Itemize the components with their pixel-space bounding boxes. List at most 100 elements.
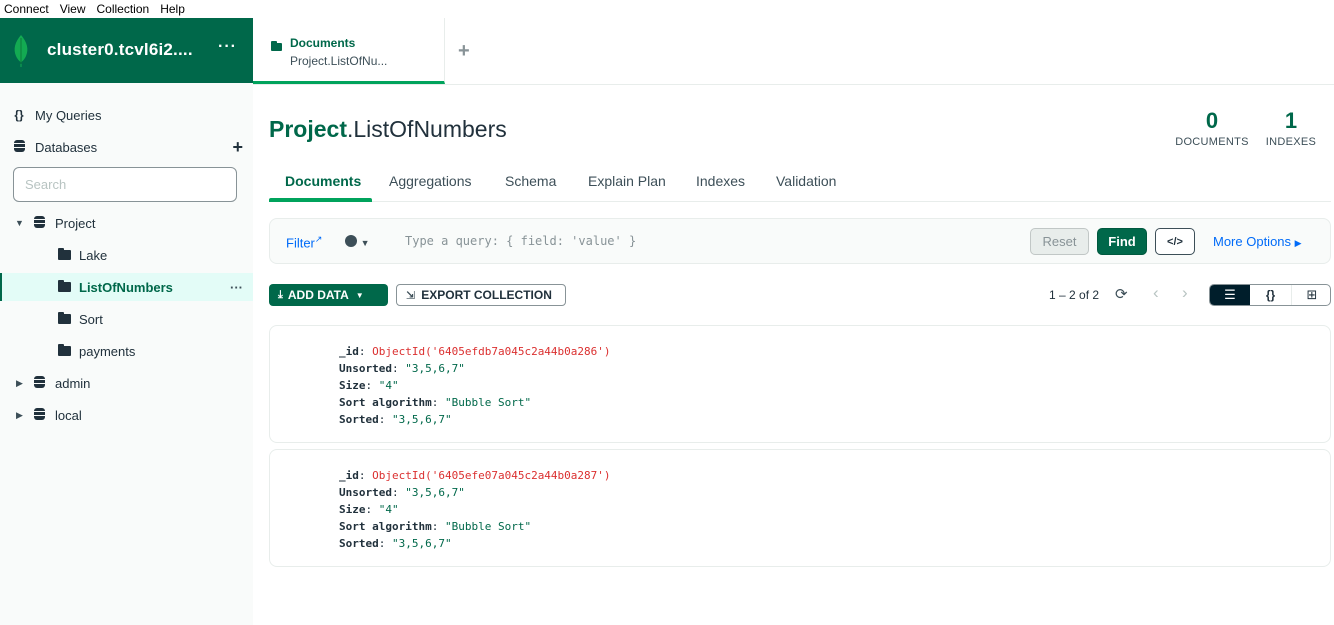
sidebar-search-input[interactable]: Search: [13, 167, 237, 202]
tree-collection-label: Sort: [79, 311, 103, 327]
documents-stat: 0 DOCUMENTS: [1174, 108, 1250, 148]
collection-name: ListOfNumbers: [353, 116, 507, 142]
indexes-stat: 1 INDEXES: [1264, 108, 1318, 148]
list-view-icon[interactable]: ☰: [1210, 285, 1250, 305]
selection-indicator: [0, 273, 2, 301]
tree-collection-listofnumbers[interactable]: ListOfNumbers ···: [0, 273, 253, 301]
tab-documents[interactable]: Documents Project.ListOfNu...: [253, 18, 445, 84]
tree-collection-label: Lake: [79, 247, 108, 263]
download-icon: ⤓: [278, 288, 283, 301]
folder-icon: [58, 343, 71, 359]
more-options-button[interactable]: More Options ▶: [1213, 234, 1302, 249]
caret-right-icon: ▶: [1294, 238, 1302, 248]
tree-collection-payments[interactable]: payments: [0, 337, 253, 365]
database-icon: [34, 215, 45, 231]
tree-db-label: admin: [55, 375, 91, 391]
view-toggle-group: ☰ {} ⊞: [1209, 284, 1331, 306]
export-collection-button[interactable]: ⇲ EXPORT COLLECTION: [396, 284, 566, 306]
menu-connect[interactable]: Connect: [0, 2, 53, 16]
menu-view[interactable]: View: [56, 2, 90, 16]
collection-menu-icon[interactable]: ···: [230, 280, 243, 295]
indexes-label: INDEXES: [1265, 136, 1317, 148]
menu-collection[interactable]: Collection: [93, 2, 154, 16]
active-subtab-indicator: [269, 198, 372, 202]
folder-icon: [58, 247, 71, 263]
workspace-tabbar: Documents Project.ListOfNu... +: [253, 18, 1334, 85]
filter-link[interactable]: Filter↗: [286, 234, 322, 250]
folder-icon: [58, 311, 71, 327]
sidebar-item-databases[interactable]: Databases +: [0, 133, 253, 161]
database-icon: [34, 375, 45, 391]
sidebar-item-label: My Queries: [35, 107, 102, 123]
clock-icon: [345, 235, 357, 247]
tree-collection-label: ListOfNumbers: [79, 279, 173, 295]
external-link-icon: ↗: [314, 234, 323, 244]
subtab-validation[interactable]: Validation: [776, 173, 836, 189]
pagination-text: 1 – 2 of 2: [1049, 288, 1100, 302]
tree-db-local[interactable]: ▶ local: [0, 401, 253, 429]
subtab-documents[interactable]: Documents: [285, 173, 361, 189]
tree-db-project[interactable]: ▼ Project: [0, 209, 253, 237]
tree-collection-sort[interactable]: Sort: [0, 305, 253, 333]
tree-db-label: local: [55, 407, 82, 423]
document-field-id: _id: ObjectId('6405efe07a045c2a44b0a287'…: [339, 469, 611, 482]
export-icon: ⇲: [406, 289, 416, 302]
document-field-sorted: Sorted: "3,5,6,7": [339, 413, 452, 426]
export-label: EXPORT COLLECTION: [421, 288, 552, 302]
collection-subtabs: Documents Aggregations Schema Explain Pl…: [269, 164, 1331, 202]
document-card[interactable]: _id: ObjectId('6405efe07a045c2a44b0a287'…: [269, 449, 1331, 567]
collection-db-name: Project: [269, 116, 347, 142]
tree-collection-lake[interactable]: Lake: [0, 241, 253, 269]
query-history-button[interactable]: ▼: [345, 234, 370, 249]
document-field-sort-algorithm: Sort algorithm: "Bubble Sort": [339, 520, 532, 533]
document-field-sort-algorithm: Sort algorithm: "Bubble Sort": [339, 396, 532, 409]
subtab-indexes[interactable]: Indexes: [696, 173, 745, 189]
find-button[interactable]: Find: [1097, 228, 1147, 255]
filter-label: Filter: [286, 235, 315, 251]
json-view-icon[interactable]: {}: [1250, 285, 1291, 305]
database-icon: [34, 407, 45, 423]
menu-help[interactable]: Help: [156, 2, 189, 16]
subtab-schema[interactable]: Schema: [505, 173, 556, 189]
document-field-unsorted: Unsorted: "3,5,6,7": [339, 486, 465, 499]
caret-down-icon[interactable]: ▼: [15, 218, 24, 228]
query-bar: Filter↗ ▼ Type a query: { field: 'value'…: [269, 218, 1331, 264]
sidebar: {} My Queries Databases + Search ▼ Proje…: [0, 83, 253, 625]
database-icon: [14, 139, 25, 155]
folder-icon: [58, 279, 71, 295]
cluster-name[interactable]: cluster0.tcvl6i2....: [47, 40, 193, 60]
documents-label: DOCUMENTS: [1175, 136, 1249, 148]
tree-collection-label: payments: [79, 343, 136, 359]
collection-title: Project.ListOfNumbers: [269, 116, 507, 143]
table-view-icon[interactable]: ⊞: [1291, 285, 1332, 305]
caret-down-icon: ▼: [360, 238, 370, 248]
document-card[interactable]: _id: ObjectId('6405efdb7a045c2a44b0a286'…: [269, 325, 1331, 443]
document-field-id: _id: ObjectId('6405efdb7a045c2a44b0a286'…: [339, 345, 611, 358]
add-data-button[interactable]: ⤓ ADD DATA ▼: [269, 284, 388, 306]
caret-right-icon[interactable]: ▶: [16, 378, 23, 389]
folder-icon: [271, 39, 282, 54]
subtab-aggregations[interactable]: Aggregations: [389, 173, 472, 189]
plus-icon[interactable]: +: [458, 40, 470, 63]
more-options-label: More Options: [1213, 234, 1292, 249]
sidebar-item-label: Databases: [35, 139, 98, 155]
reset-button[interactable]: Reset: [1030, 228, 1089, 255]
tree-db-label: Project: [55, 215, 96, 231]
sidebar-item-my-queries[interactable]: {} My Queries: [0, 101, 253, 129]
chevron-left-icon[interactable]: ‹: [1153, 283, 1159, 303]
menu-bar: Connect View Collection Help: [0, 0, 1334, 18]
chevron-right-icon[interactable]: ›: [1182, 283, 1188, 303]
sidebar-header[interactable]: cluster0.tcvl6i2.... ···: [0, 18, 253, 83]
indexes-count: 1: [1284, 108, 1298, 133]
caret-right-icon[interactable]: ▶: [16, 410, 23, 421]
tab-subtitle: Project.ListOfNu...: [290, 54, 388, 68]
document-field-unsorted: Unsorted: "3,5,6,7": [339, 362, 465, 375]
code-icon[interactable]: </>: [1155, 228, 1195, 255]
braces-icon: {}: [14, 108, 24, 122]
cluster-menu-icon[interactable]: ···: [218, 38, 237, 56]
subtab-explain-plan[interactable]: Explain Plan: [588, 173, 666, 189]
add-database-icon[interactable]: +: [232, 137, 243, 158]
query-input[interactable]: Type a query: { field: 'value' }: [405, 234, 636, 248]
tree-db-admin[interactable]: ▶ admin: [0, 369, 253, 397]
refresh-icon[interactable]: ⟳: [1115, 285, 1128, 303]
